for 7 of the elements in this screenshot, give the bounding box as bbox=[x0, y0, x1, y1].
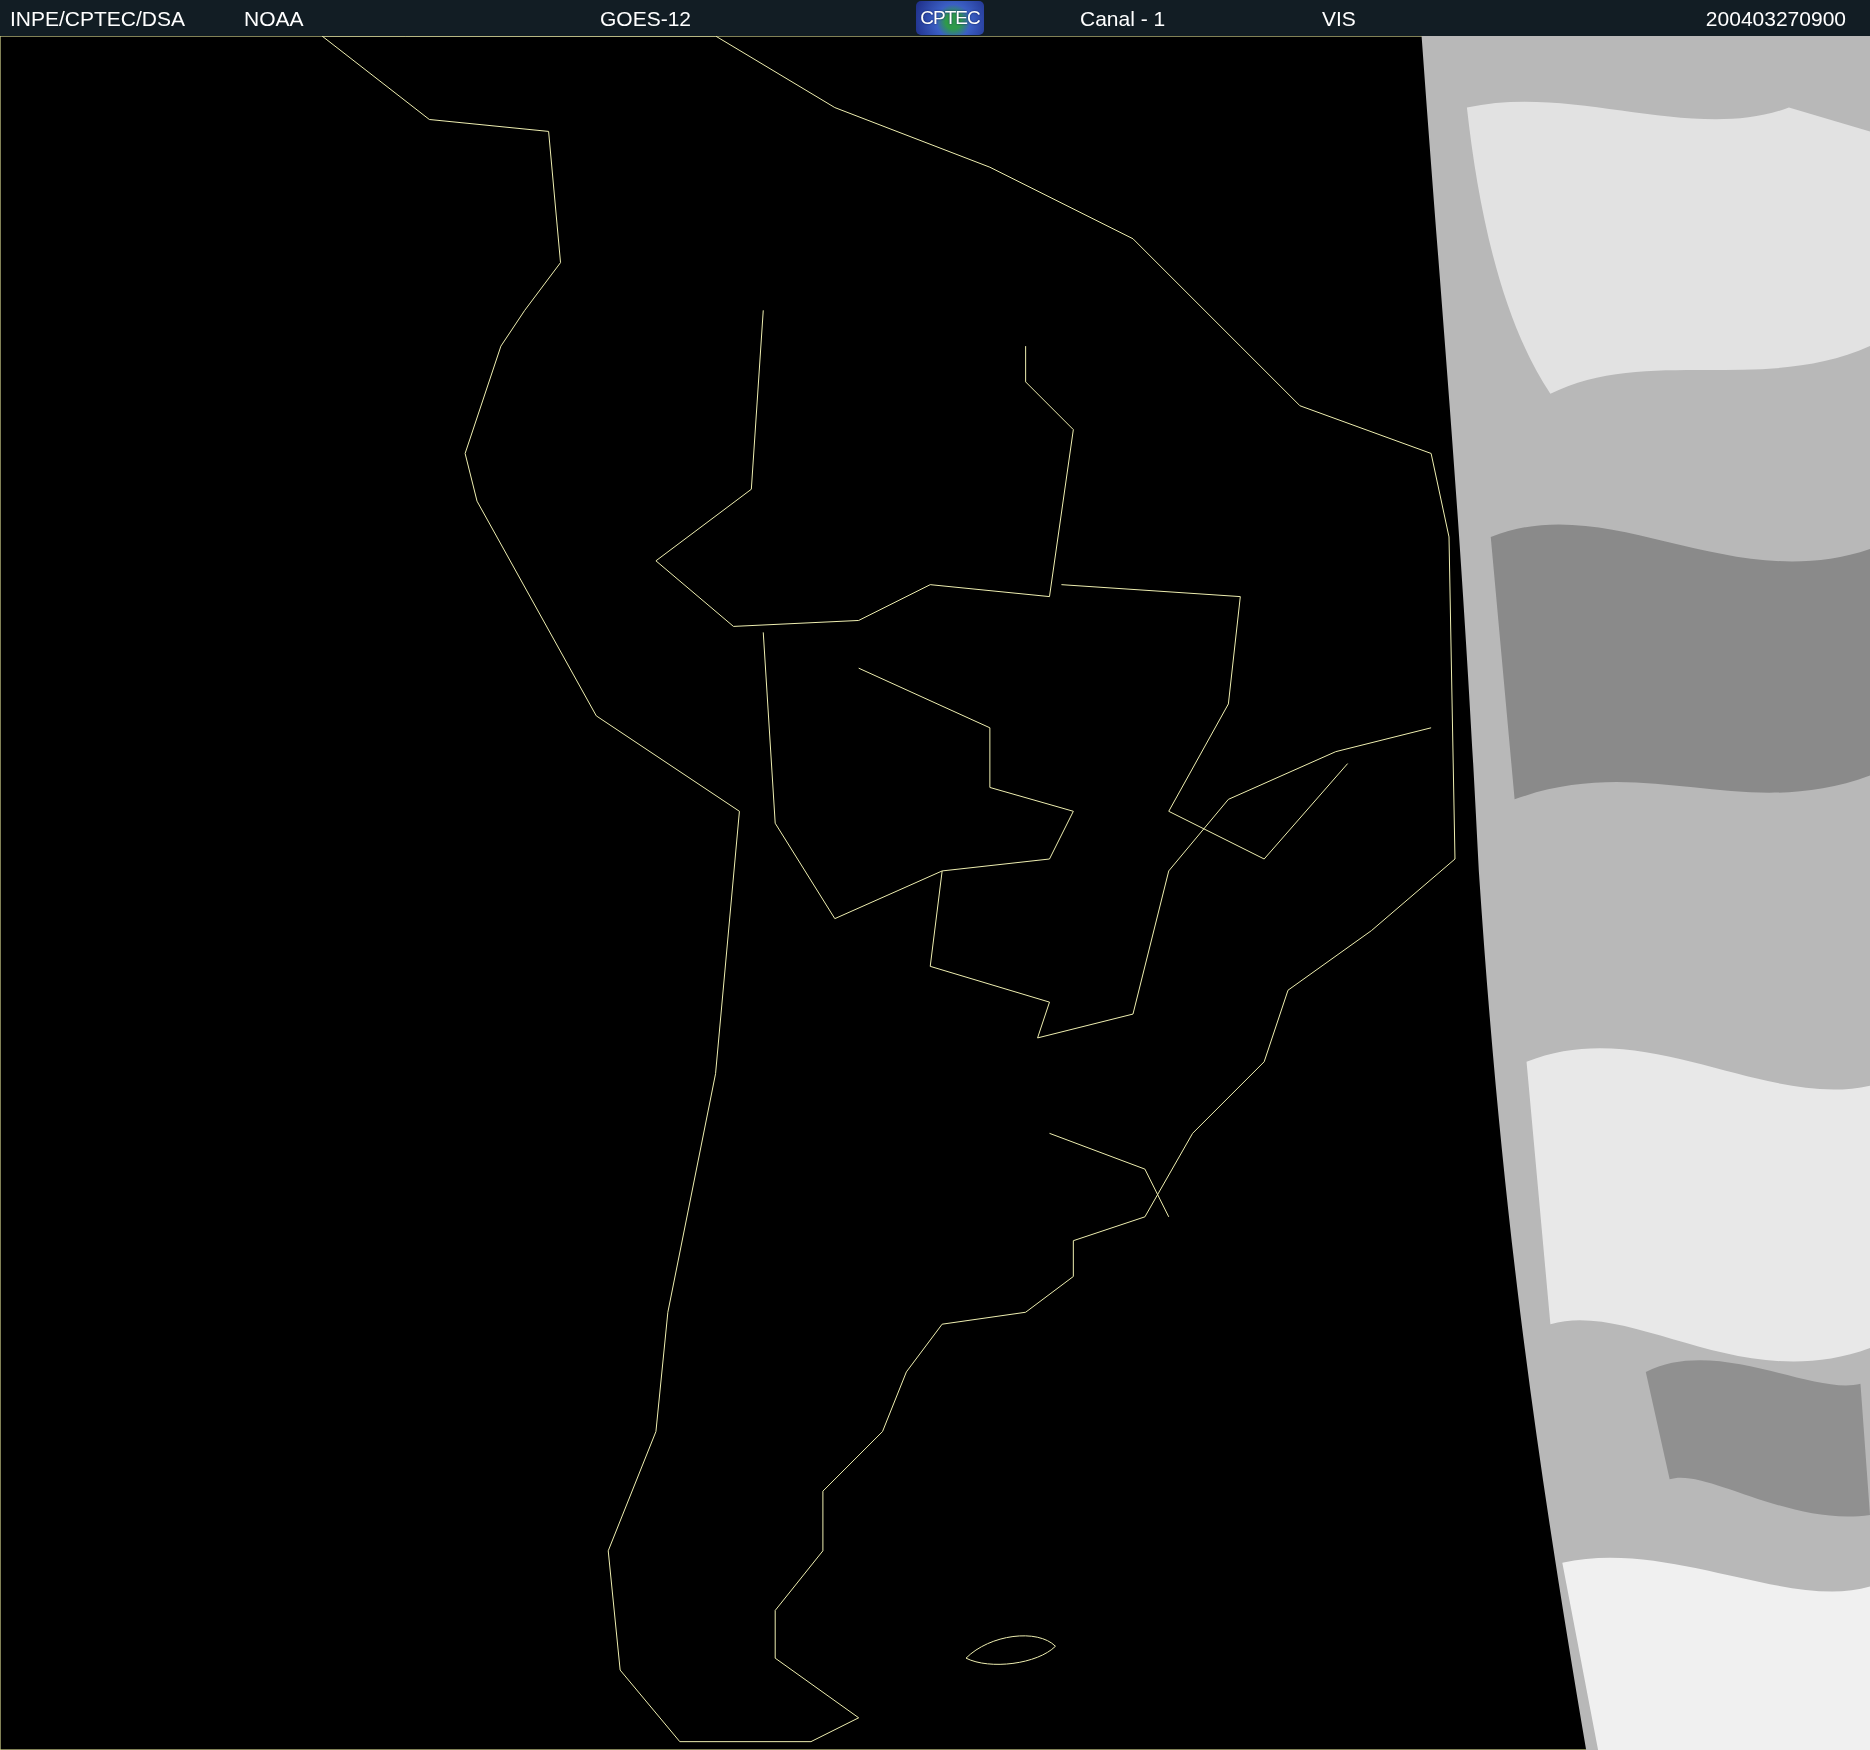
header-label: NOAA bbox=[244, 7, 304, 29]
header-label: INPE/CPTEC/DSA bbox=[10, 7, 186, 29]
logo: CPTEC bbox=[916, 1, 984, 35]
header-label: GOES-12 bbox=[600, 7, 692, 29]
header-label: Canal - 1 bbox=[1080, 7, 1166, 29]
header-label: 200403270900 bbox=[1705, 7, 1846, 29]
header-label: VIS bbox=[1322, 7, 1356, 29]
